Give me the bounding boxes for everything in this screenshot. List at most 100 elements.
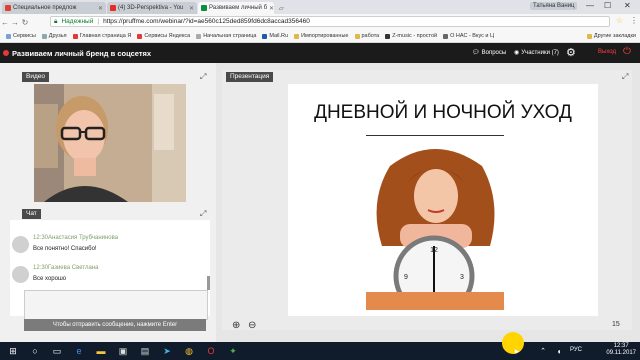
webinar-header: Развиваем личный бренд в соцсетях 💬︎ Вопр… (0, 43, 640, 63)
recording-icon (3, 50, 9, 56)
folder-icon (294, 33, 300, 39)
webcam-frame (34, 84, 186, 202)
file-explorer-icon[interactable]: ▬ (94, 344, 108, 358)
chat-input[interactable] (24, 290, 208, 320)
scrollbar[interactable] (207, 276, 210, 290)
app-icon[interactable]: ▤ (138, 344, 152, 358)
store-icon[interactable]: ▣ (116, 344, 130, 358)
tray-icons[interactable]: ⌃ (536, 344, 550, 358)
forward-icon[interactable]: → (10, 18, 20, 27)
participants-icon: ◉ (514, 50, 520, 56)
apps-icon (6, 33, 11, 39)
tab-label: Специальное предлож (13, 5, 77, 11)
power-icon[interactable]: ⏻ (623, 46, 631, 57)
participants-button[interactable]: ◉ Участники (7) (514, 49, 559, 57)
task-view-icon[interactable]: ▭ (50, 344, 64, 358)
message-author: Анастасия Трубчанинова (48, 235, 119, 241)
search-icon[interactable]: ○ (28, 344, 42, 358)
chat-message: 12:30Анастасия Трубчанинова Все понятно!… (10, 232, 205, 258)
exit-button[interactable]: Выход (598, 49, 616, 55)
slide-title: ДНЕВНОЙ И НОЧНОЙ УХОД (314, 102, 572, 123)
url-field[interactable]: 🔒︎ Надежный | https://pruffme.com/webina… (50, 16, 610, 27)
language-indicator[interactable]: РУС (570, 347, 582, 353)
page-icon (196, 33, 202, 39)
cursor-icon: ▸ (514, 345, 520, 356)
bookmark-item[interactable]: Сервисы (6, 33, 36, 39)
zoom-in-icon[interactable]: ⊕ (232, 320, 240, 331)
opera-icon[interactable]: O (204, 344, 218, 358)
back-icon[interactable]: ← (0, 18, 10, 27)
yandex-icon (137, 33, 143, 39)
tab-label: Развиваем личный б (209, 5, 268, 11)
folder-icon (354, 33, 360, 39)
webcam-video (34, 84, 186, 202)
bookmark-item[interactable]: Главная страница Я (72, 33, 131, 39)
questions-button[interactable]: 💬︎ Вопросы (472, 49, 506, 57)
menu-icon[interactable]: ⋮ (630, 16, 638, 25)
zoom-out-icon[interactable]: ⊖ (248, 320, 256, 331)
message-text: Все понятно! Спасибо! (33, 246, 97, 252)
window-close-icon[interactable]: ✕ (624, 1, 631, 10)
minimize-icon[interactable]: — (586, 1, 594, 10)
app-icon[interactable]: ✦ (226, 344, 240, 358)
secure-label: Надежный (61, 18, 94, 25)
youtube-icon (110, 5, 116, 11)
clock-date: 09.11.2017 (606, 350, 636, 356)
close-icon[interactable]: ✕ (269, 5, 274, 12)
reload-icon[interactable]: ↻ (20, 18, 30, 27)
tab-3-active[interactable]: Развиваем личный б ✕ (198, 2, 274, 14)
expand-icon[interactable]: ⤢ (200, 210, 208, 218)
browser-tab-bar: Специальное предлож ✕ (4) 3D-Perspektiva… (0, 0, 640, 14)
avatar (12, 266, 29, 283)
tab-favicon-icon (5, 5, 11, 11)
expand-icon[interactable]: ⤢ (200, 73, 208, 81)
slide: ДНЕВНОЙ И НОЧНОЙ УХОД 12 6 3 9 (288, 84, 598, 316)
message-author: Газиева Светлана (48, 265, 99, 271)
bookmark-item[interactable]: Друзья (41, 33, 67, 39)
svg-text:9: 9 (404, 274, 408, 281)
bookmark-item[interactable]: О НАС - Вкус и Ц (443, 33, 494, 39)
avatar (12, 236, 29, 253)
profile-button[interactable]: Татьяна Ваниц (530, 2, 578, 10)
close-icon[interactable]: ✕ (98, 5, 103, 12)
bookmark-item[interactable]: работа (354, 33, 379, 39)
tab-1[interactable]: Специальное предлож ✕ (2, 2, 106, 14)
folder-icon (41, 33, 47, 39)
new-tab-button[interactable]: ▱ (276, 2, 290, 14)
tab-label: (4) 3D-Perspektiva - You (118, 5, 184, 11)
svg-text:12: 12 (430, 247, 438, 254)
gear-icon[interactable]: ⚙ (566, 46, 576, 59)
bookmark-item-other[interactable]: Другие закладки (586, 33, 636, 39)
page-icon (443, 33, 449, 39)
close-icon[interactable]: ✕ (189, 5, 194, 12)
webinar-title: Развиваем личный бренд в соцсетях (12, 48, 152, 58)
questions-icon: 💬︎ (472, 50, 480, 56)
windows-start-icon[interactable]: ⊞ (6, 344, 20, 358)
volume-icon[interactable]: ◖ (552, 344, 566, 358)
pruffme-icon (201, 5, 207, 11)
send-hint[interactable]: Чтобы отправить сообщение, нажмите Enter (24, 319, 206, 331)
bookmark-item[interactable]: Начальная страница (196, 33, 256, 39)
music-icon (385, 33, 391, 39)
browser-address-bar: ← → ↻ 🔒︎ Надежный | https://pruffme.com/… (0, 14, 640, 30)
tab-2[interactable]: (4) 3D-Perspektiva - You ✕ (107, 2, 197, 14)
bookmark-item[interactable]: Mail.Ru (262, 33, 288, 39)
bookmark-item[interactable]: Сервисы Яндекса (137, 33, 190, 39)
maximize-icon[interactable]: ☐ (604, 1, 611, 10)
bookmark-item[interactable]: Импортированные (294, 33, 349, 39)
edge-icon[interactable]: e (72, 344, 86, 358)
presentation-panel-header: Презентация (226, 72, 274, 82)
slide-page-number: 15 (612, 321, 620, 328)
chrome-icon[interactable]: ◍ (182, 344, 196, 358)
message-text: Все хорошо (33, 276, 67, 282)
new-tab-icon: ▱ (279, 5, 284, 12)
bookmarks-bar: Сервисы Друзья Главная страница Я Сервис… (0, 30, 640, 43)
expand-icon[interactable]: ⤢ (622, 73, 630, 81)
bookmark-item[interactable]: Z-music - простой (385, 33, 437, 39)
chat-message: 12:30Газиева Светлана Все хорошо (10, 262, 205, 288)
slide-illustration: 12 6 3 9 (366, 149, 504, 310)
telegram-icon[interactable]: ➤ (160, 344, 174, 358)
bookmark-star-icon[interactable]: ☆ (616, 16, 623, 25)
clock-time: 12:37 (613, 343, 629, 349)
clock[interactable]: 12:37 09.11.2017 (606, 343, 636, 357)
